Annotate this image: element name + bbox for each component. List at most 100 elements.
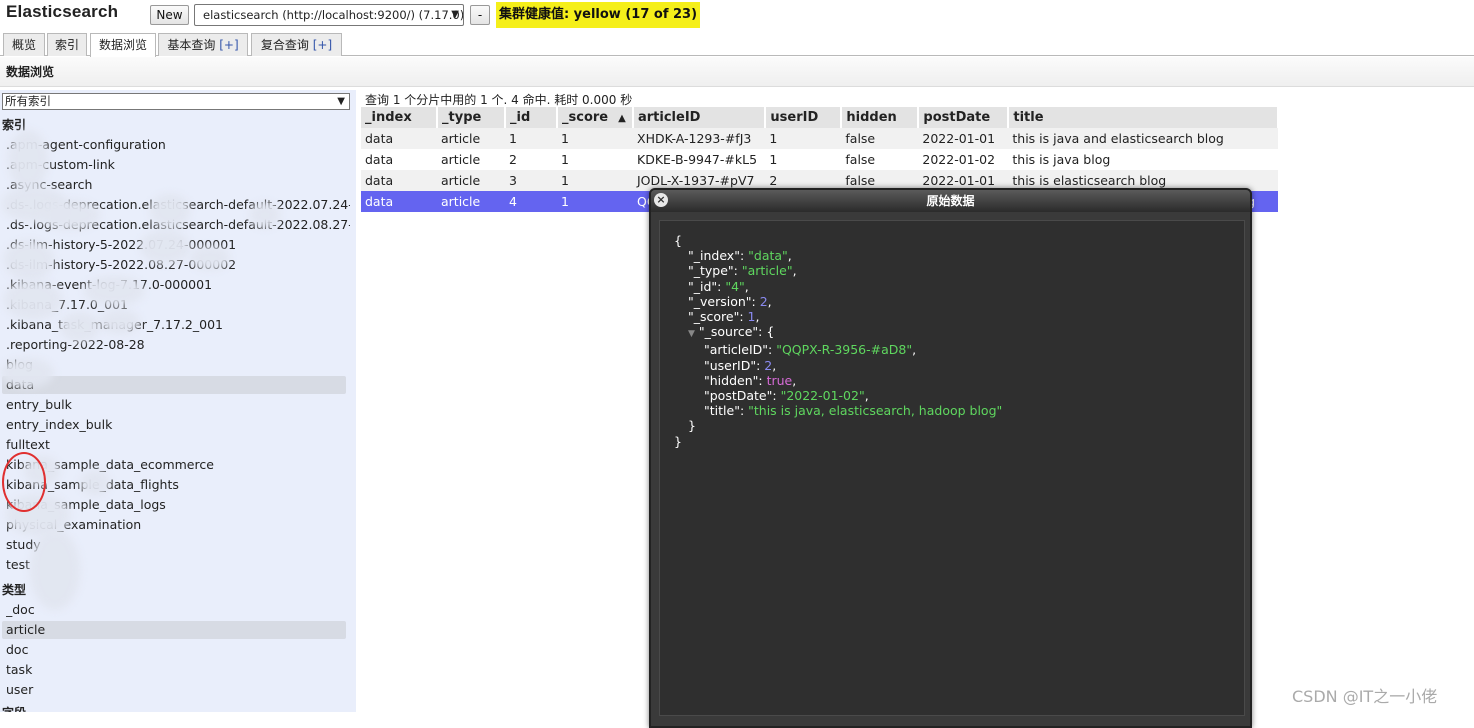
tab-add-icon[interactable]: [+] <box>219 38 238 52</box>
column-header[interactable]: userID <box>765 107 843 128</box>
table-cell: 1 <box>561 152 569 167</box>
tab-overview[interactable]: 概览 <box>3 33 45 56</box>
tab-indices[interactable]: 索引 <box>47 33 87 56</box>
json-line: } <box>674 433 682 449</box>
column-header[interactable]: _type <box>437 107 506 128</box>
json-value: "article" <box>741 263 793 279</box>
json-line: "_type": "article", <box>688 263 797 279</box>
table-cell: false <box>845 152 876 167</box>
sidebar-index-item[interactable]: .kibana_task_manager_7.17.2_001 <box>6 316 350 334</box>
sidebar-index-item[interactable]: data <box>2 376 346 394</box>
json-value-text: 2022-01-02 <box>786 388 859 404</box>
json-value-text: data <box>753 248 783 264</box>
index-filter-select[interactable]: 所有索引 ▼ <box>2 93 350 110</box>
table-cell: 2 <box>509 152 517 167</box>
section-title: 数据浏览 <box>6 65 55 79</box>
cluster-select-value: elasticsearch (http://localhost:9200/) (… <box>203 8 464 22</box>
json-value-text: 2 <box>764 357 773 373</box>
close-icon[interactable]: × <box>654 193 668 207</box>
redaction-mark <box>8 130 48 190</box>
sidebar-index-item[interactable]: entry_index_bulk <box>6 416 350 434</box>
json-line: "articleID": "QQPX-R-3956-#aD8", <box>704 342 917 358</box>
tab-browser[interactable]: 数据浏览 <box>90 33 156 57</box>
tab-label: 概览 <box>11 38 36 52</box>
section-header: 数据浏览 <box>0 57 1474 87</box>
redaction-mark <box>40 200 100 230</box>
column-header-label: hidden <box>846 110 897 125</box>
table-cell: data <box>361 170 437 191</box>
chevron-down-icon: ▼ <box>451 9 459 20</box>
json-value: "4" <box>725 278 745 294</box>
column-header[interactable]: _id <box>505 107 558 128</box>
redaction-mark <box>190 246 230 270</box>
cluster-health-badge: 集群健康值: yellow (17 of 23) <box>496 2 700 28</box>
redaction-mark <box>84 276 144 306</box>
json-viewer: { "_index": "data", "_type": "article", … <box>659 220 1245 716</box>
column-header-label: articleID <box>638 110 701 125</box>
top-bar: Elasticsearch New elasticsearch (http://… <box>0 0 1474 32</box>
sidebar-index-item[interactable]: .apm-agent-configuration <box>6 136 350 154</box>
index-filter-value: 所有索引 <box>5 94 51 108</box>
redaction-mark <box>4 280 62 320</box>
redaction-mark <box>60 312 100 342</box>
column-header[interactable]: articleID <box>633 107 767 128</box>
json-value-text: 2 <box>759 293 768 309</box>
tab-compound-query[interactable]: 复合查询 [+] <box>251 33 342 56</box>
column-header[interactable]: _score ▲ <box>557 107 634 128</box>
json-value-text: article <box>747 263 787 279</box>
cluster-select[interactable]: elasticsearch (http://localhost:9200/) (… <box>194 4 464 26</box>
json-value-text: true <box>766 372 793 388</box>
main-tabs: 概览 索引 数据浏览 基本查询 [+] 复合查询 [+] <box>0 33 1474 57</box>
redaction-mark <box>140 230 190 264</box>
sidebar-type-item[interactable]: task <box>6 661 350 679</box>
chevron-down-icon: ▼ <box>337 96 345 107</box>
json-line: "_score": 1, <box>688 309 760 325</box>
collapse-triangle-icon[interactable]: ▼ <box>688 329 695 339</box>
column-header[interactable]: title <box>1008 107 1280 128</box>
json-line: "_index": "data", <box>688 248 792 264</box>
column-header[interactable]: hidden <box>841 107 920 128</box>
sidebar-index-item[interactable]: fulltext <box>6 436 350 454</box>
table-cell: data <box>365 152 394 167</box>
column-header[interactable]: postDate <box>918 107 1010 128</box>
table-row[interactable]: data article 1 1 XHDK-A-1293-#fJ3 1 false 2022-… <box>361 128 1279 149</box>
watermark: CSDN @IT之一小佬 <box>1292 687 1438 706</box>
table-cell: KDKE-B-9947-#kL5 <box>637 152 758 167</box>
table-cell: 2022-01-02 <box>922 152 996 167</box>
sidebar-type-item[interactable]: user <box>6 681 350 699</box>
tab-label: 数据浏览 <box>98 38 147 52</box>
column-header-label: postDate <box>923 110 991 125</box>
sidebar-index-item[interactable]: entry_bulk <box>6 396 350 414</box>
sidebar-index-item[interactable]: blog <box>6 356 350 374</box>
column-header[interactable]: _index <box>361 107 438 128</box>
sidebar-index-item[interactable]: .reporting-2022-08-28 <box>6 336 350 354</box>
table-cell: 4 <box>505 191 557 212</box>
sidebar-type-item[interactable]: article <box>2 621 346 639</box>
sidebar-index-item[interactable]: .apm-custom-link <box>6 156 350 174</box>
table-cell: 2022-01-01 <box>918 128 1009 149</box>
table-cell: false <box>841 128 919 149</box>
table-cell: XHDK-A-1293-#fJ3 <box>633 128 766 149</box>
tab-basic-query[interactable]: 基本查询 [+] <box>158 33 248 56</box>
new-connection-button[interactable]: New <box>150 5 189 25</box>
disconnect-button[interactable]: - <box>470 5 490 25</box>
json-value: "data" <box>748 248 788 264</box>
json-line: "_id": "4", <box>688 278 749 294</box>
json-value: "2022-01-02" <box>780 388 865 404</box>
table-header-row: _index _type _id _score ▲ articleID userI… <box>361 107 1280 128</box>
table-cell: article <box>437 128 505 149</box>
redaction-mark <box>100 310 140 334</box>
sort-asc-icon: ▲ <box>618 113 626 124</box>
raw-data-dialog: 原始数据 × { "_index": "data", "_type": "art… <box>649 188 1252 728</box>
sidebar-type-item[interactable]: doc <box>6 641 350 659</box>
table-row[interactable]: data article 2 1 KDKE-B-9947-#kL5 1 false 2022-… <box>361 149 1278 170</box>
table-cell: this is java blog <box>1012 152 1111 167</box>
sidebar-index-item[interactable]: kibana_sample_data_flights <box>6 476 350 494</box>
redaction-mark <box>80 470 110 496</box>
redaction-mark <box>4 240 54 280</box>
json-value-text: 1 <box>747 309 756 325</box>
table-cell: data <box>361 191 437 212</box>
tab-add-icon[interactable]: [+] <box>313 38 332 52</box>
json-value-text: QQPX-R-3956-#aD8 <box>781 342 907 358</box>
json-line: "hidden": true, <box>704 372 797 388</box>
